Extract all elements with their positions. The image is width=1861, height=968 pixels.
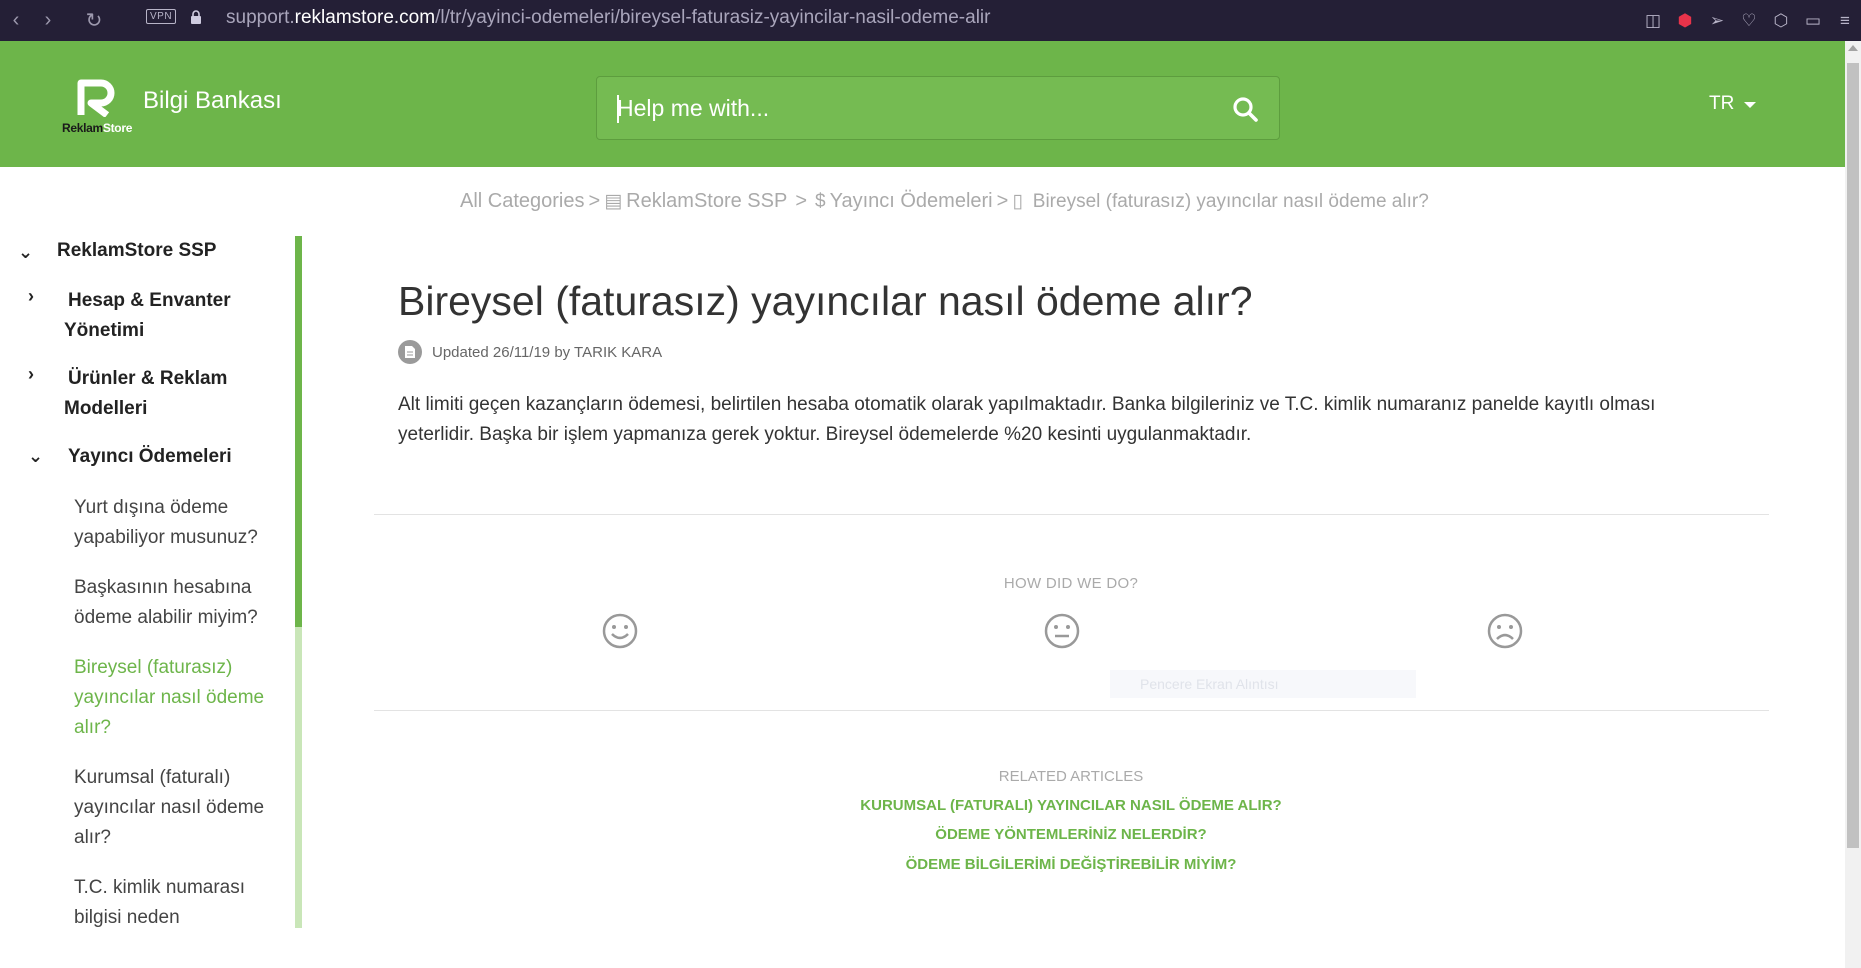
site-header: ReklamStore Bilgi Bankası TR	[0, 41, 1845, 167]
article-title: Bireysel (faturasız) yayıncılar nasıl öd…	[398, 278, 1253, 324]
scrollbar-thumb[interactable]	[1847, 63, 1859, 848]
search-box[interactable]	[596, 76, 1280, 140]
sidebar-item-hesap-envanter[interactable]: Hesap & Envanter Yönetimi	[64, 286, 231, 346]
sidebar-item-reklamstore-ssp[interactable]: ReklamStore SSP	[57, 236, 216, 266]
cube-icon[interactable]: ⬡	[1765, 11, 1797, 31]
breadcrumb-separator: >	[795, 190, 808, 212]
chevron-right-icon[interactable]: ›	[28, 364, 34, 385]
divider	[374, 710, 1769, 711]
battery-icon[interactable]: ▭	[1797, 11, 1829, 31]
feedback-title: HOW DID WE DO?	[1003, 575, 1139, 592]
sidebar-link[interactable]: Yurt dışına ödeme yapabiliyor musunuz?	[74, 493, 284, 553]
language-selector[interactable]: TR	[1709, 93, 1757, 115]
chevron-right-icon[interactable]: ›	[28, 286, 34, 307]
dollar-icon: $	[815, 190, 826, 212]
sidebar-link[interactable]: T.C. kimlik numarası bilgisi neden	[74, 873, 284, 933]
scroll-up-icon[interactable]	[1848, 45, 1858, 51]
breadcrumb-all-categories[interactable]: All Categories	[460, 190, 585, 213]
forward-icon[interactable]: ›	[32, 9, 64, 32]
logo-mark-icon	[77, 79, 115, 117]
sidebar-scroll-thumb[interactable]	[295, 236, 302, 627]
divider	[374, 514, 1769, 515]
url-domain: reklamstore.com	[294, 7, 436, 28]
search-input[interactable]	[617, 89, 1217, 127]
document-icon	[398, 340, 422, 364]
lock-icon	[191, 10, 201, 24]
shield-icon[interactable]: ⬢	[1669, 11, 1701, 31]
reklamstore-logo[interactable]: ReklamStore	[60, 77, 140, 135]
brand-title[interactable]: Bilgi Bankası	[143, 87, 282, 115]
browser-toolbar: ‹ › ↻ VPN support.reklamstore.com/l/tr/y…	[0, 0, 1861, 41]
chevron-down-icon[interactable]: ⌄	[28, 446, 43, 467]
updated-text: Updated 26/11/19 by TARIK KARA	[432, 343, 663, 361]
back-icon[interactable]: ‹	[0, 9, 32, 32]
sidebar-item-urunler-reklam[interactable]: Ürünler & Reklam Modelleri	[64, 364, 227, 424]
related-articles-title: RELATED ARTICLES	[998, 768, 1144, 785]
sidebar-item-yayinci-odemeleri[interactable]: Yayıncı Ödemeleri	[68, 442, 232, 472]
search-icon[interactable]	[1231, 95, 1259, 123]
snip-tooltip: Pencere Ekran Alıntısı	[1110, 670, 1416, 698]
logo-text: ReklamStore	[62, 121, 133, 135]
text-caret	[617, 95, 619, 123]
neutral-face-icon[interactable]	[1043, 612, 1081, 650]
url-prefix: support.	[226, 7, 295, 28]
address-bar[interactable]: support.reklamstore.com/l/tr/yayinci-ode…	[226, 7, 990, 29]
send-icon[interactable]: ➢	[1701, 11, 1733, 31]
article-body: Alt limiti geçen kazançların ödemesi, be…	[398, 394, 1656, 445]
breadcrumb-yayinci-odemeleri[interactable]: Yayıncı Ödemeleri	[830, 190, 993, 213]
breadcrumb-separator: >	[996, 190, 1009, 212]
camera-icon[interactable]: ◫	[1637, 11, 1669, 31]
article-meta: Updated 26/11/19 by TARIK KARA	[398, 340, 662, 364]
sad-face-icon[interactable]	[1486, 612, 1524, 650]
breadcrumb-separator: >	[588, 190, 601, 212]
related-article-link[interactable]: ÖDEME BİLGİLERİMİ DEĞİŞTİREBİLİR MİYİM?	[0, 856, 1861, 873]
chevron-down-icon[interactable]: ⌄	[18, 242, 33, 263]
menu-icon[interactable]: ≡	[1829, 11, 1861, 31]
happy-face-icon[interactable]	[601, 612, 639, 650]
sidebar-link-active[interactable]: Bireysel (faturasız) yayıncılar nasıl öd…	[74, 653, 284, 743]
breadcrumb-reklamstore-ssp[interactable]: ReklamStore SSP	[626, 190, 787, 213]
url-path: /l/tr/yayinci-odemeleri/bireysel-faturas…	[435, 7, 991, 28]
language-label: TR	[1709, 93, 1735, 114]
chevron-down-icon	[1744, 102, 1757, 108]
document-icon: ▯	[1012, 191, 1023, 212]
vpn-badge[interactable]: VPN	[146, 9, 177, 24]
heart-icon[interactable]: ♡	[1733, 11, 1765, 31]
newspaper-icon: ▤	[604, 191, 623, 212]
related-article-link[interactable]: ÖDEME YÖNTEMLERİNİZ NELERDİR?	[0, 826, 1861, 843]
related-article-link[interactable]: KURUMSAL (FATURALI) YAYINCILAR NASIL ÖDE…	[0, 797, 1861, 814]
breadcrumb-current: Bireysel (faturasız) yayıncılar nasıl öd…	[1032, 190, 1429, 212]
reload-icon[interactable]: ↻	[78, 8, 110, 33]
breadcrumb: All Categories > ▤ ReklamStore SSP > $ Y…	[460, 190, 1429, 213]
